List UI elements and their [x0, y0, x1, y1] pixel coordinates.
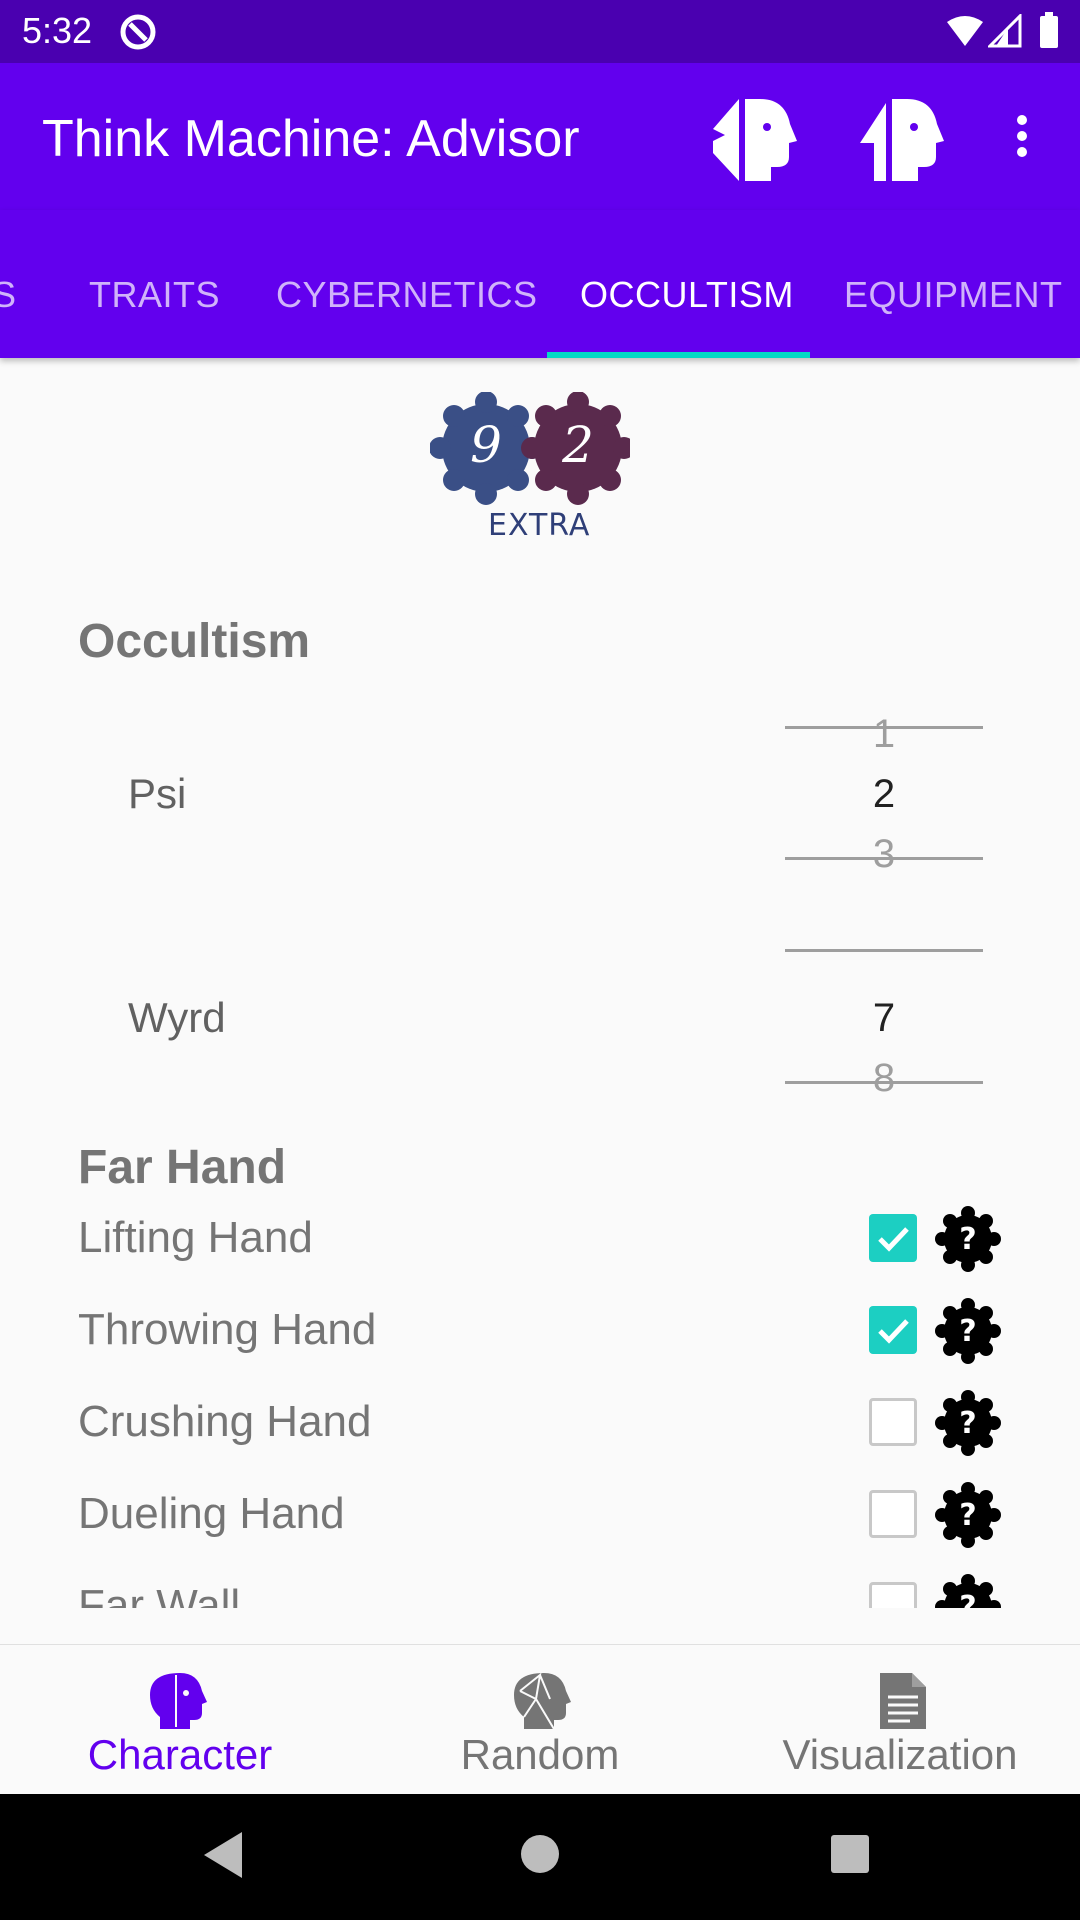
nav-random-label: Random	[460, 1731, 620, 1778]
power-label: Throwing Hand	[78, 1305, 377, 1354]
tab-indicator	[547, 352, 810, 358]
power-row[interactable]: Far Wall ?	[0, 1571, 1080, 1608]
power-row[interactable]: Throwing Hand ?	[0, 1295, 1080, 1375]
system-navigation-bar	[0, 1794, 1080, 1920]
tab-cybernetics[interactable]: CYBERNETICS	[276, 274, 538, 316]
home-icon[interactable]	[520, 1834, 560, 1874]
right-head-button[interactable]	[852, 89, 952, 189]
tab-traits[interactable]: TRAITS	[89, 274, 220, 316]
psi-label: Psi	[128, 770, 187, 817]
psi-next-value: 3	[872, 832, 896, 876]
nav-visualization-label: Visualization	[782, 1731, 1018, 1778]
status-bar: 5:32	[0, 0, 1080, 63]
badge-left-value: 9	[470, 416, 502, 474]
left-head-button[interactable]	[705, 89, 805, 189]
far-hand-section: Far Hand Lifting Hand ? Throwing Hand ? …	[0, 1100, 1080, 1608]
help-gear-icon[interactable]: ?	[934, 1481, 1002, 1549]
power-label: Far Wall	[78, 1581, 241, 1608]
occultism-title: Occultism	[78, 615, 311, 668]
random-head-icon	[514, 1672, 571, 1730]
power-checkbox[interactable]	[869, 1306, 917, 1354]
power-checkbox[interactable]	[869, 1214, 917, 1262]
help-gear-icon[interactable]: ?	[934, 1297, 1002, 1365]
overflow-dot	[1017, 147, 1027, 157]
tab-occultism[interactable]: OCCULTISM	[580, 274, 794, 316]
overflow-dot	[1017, 131, 1027, 141]
tab-equipment[interactable]: EQUIPMENT	[844, 274, 1063, 316]
picker-divider	[785, 949, 983, 952]
power-checkbox[interactable]	[869, 1398, 917, 1446]
svg-text:?: ?	[959, 1498, 976, 1533]
help-gear-icon[interactable]: ?	[934, 1205, 1002, 1273]
head-icon	[150, 1673, 207, 1729]
signal-icon	[988, 14, 1022, 48]
power-label: Dueling Hand	[78, 1489, 345, 1538]
power-row[interactable]: Dueling Hand ?	[0, 1479, 1080, 1559]
help-gear-icon[interactable]: ?	[934, 1573, 1002, 1608]
svg-text:?: ?	[959, 1314, 976, 1349]
power-label: Lifting Hand	[78, 1213, 313, 1262]
power-row[interactable]: Crushing Hand ?	[0, 1387, 1080, 1467]
battery-icon	[1040, 12, 1058, 48]
nav-character-label: Character	[87, 1731, 273, 1778]
nav-random[interactable]: Random	[360, 1645, 720, 1795]
wyrd-current-value: 7	[872, 996, 896, 1040]
psi-prev-value: 1	[872, 712, 896, 756]
app-bar: Think Machine: Advisor	[0, 63, 1080, 210]
power-row[interactable]: Lifting Hand ?	[0, 1203, 1080, 1283]
tab-bar: S TRAITS CYBERNETICS OCCULTISM EQUIPMENT	[0, 210, 1080, 358]
recents-icon[interactable]	[830, 1834, 870, 1874]
svg-text:?: ?	[959, 1590, 976, 1608]
wyrd-next-value: 8	[872, 1056, 896, 1100]
badge-label: EXTRA	[488, 508, 591, 543]
wyrd-picker[interactable]: 7 8	[785, 924, 983, 1104]
back-icon[interactable]	[202, 1830, 246, 1880]
app-notification-icon	[120, 14, 156, 50]
power-label: Crushing Hand	[78, 1397, 372, 1446]
bottom-navigation: Character Random Visualization	[0, 1644, 1080, 1795]
nav-character[interactable]: Character	[0, 1645, 360, 1795]
psi-current-value: 2	[872, 772, 896, 816]
power-checkbox[interactable]	[869, 1490, 917, 1538]
psi-picker[interactable]: 1 2 3	[785, 700, 983, 880]
help-gear-icon[interactable]: ?	[934, 1389, 1002, 1457]
tab-partial[interactable]: S	[0, 274, 17, 316]
overflow-dot	[1017, 115, 1027, 125]
wyrd-label: Wyrd	[128, 994, 226, 1041]
svg-text:?: ?	[959, 1222, 976, 1257]
overflow-menu-button[interactable]	[1000, 109, 1044, 169]
far-hand-title: Far Hand	[78, 1141, 287, 1194]
app-title: Think Machine: Advisor	[42, 110, 580, 168]
badge-right-value: 2	[561, 416, 594, 474]
power-checkbox[interactable]	[869, 1582, 917, 1608]
document-icon	[880, 1673, 926, 1729]
status-time: 5:32	[22, 10, 93, 51]
wifi-icon	[947, 16, 983, 46]
nav-visualization[interactable]: Visualization	[720, 1645, 1080, 1795]
svg-text:?: ?	[959, 1406, 976, 1441]
